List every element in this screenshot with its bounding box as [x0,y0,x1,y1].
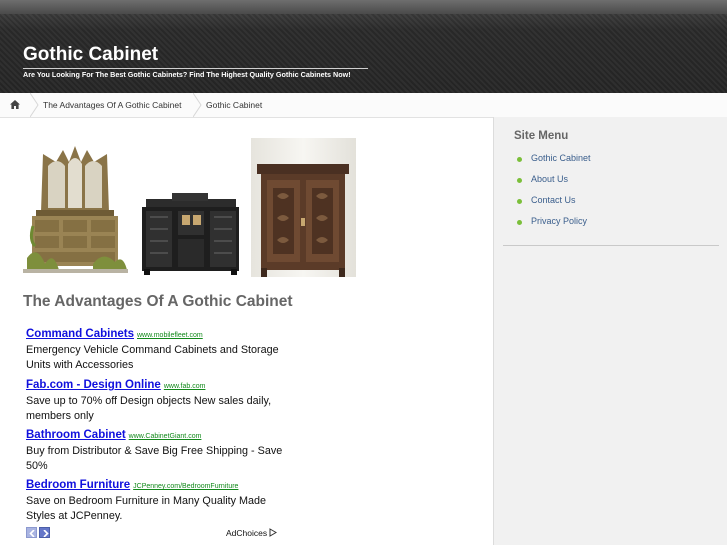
ad-url-link[interactable]: www.CabinetGiant.com [129,433,202,440]
ad-title-link[interactable]: Bathroom Cabinet [26,429,126,441]
adchoices-label: AdChoices [226,528,268,538]
gothic-dresser-image[interactable] [23,146,128,273]
breadcrumb: The Advantages Of A Gothic Cabinet Gothi… [0,93,727,118]
ad-url-link[interactable]: JCPenney.com/BedroomFurniture [133,483,238,490]
post-title: The Advantages Of A Gothic Cabinet [23,293,293,310]
black-cabinet-image[interactable] [138,193,243,275]
ad-description: Save up to 70% off Design objects New sa… [26,395,272,422]
chevron-right-icon [43,530,49,537]
sidebar-heading: Site Menu [514,130,569,142]
ad-unit: Fab.com - Design Online www.fab.com Save … [26,375,291,424]
ad-title-link[interactable]: Bedroom Furniture [26,479,130,491]
breadcrumb-item-current: Gothic Cabinet [206,100,263,110]
ad-prev-button[interactable] [26,527,37,538]
adchoices-icon [269,528,278,537]
ad-url-link[interactable]: www.mobilefleet.com [137,332,203,339]
breadcrumb-home[interactable] [0,93,30,117]
site-title[interactable]: Gothic Cabinet [23,44,158,66]
bullet-icon [517,157,522,162]
carved-wood-cabinet-image[interactable] [251,138,356,277]
site-header: Gothic Cabinet Are You Looking For The B… [0,0,727,93]
bullet-icon [517,178,522,183]
ad-unit: Bedroom Furniture JCPenney.com/BedroomFur… [26,475,291,524]
breadcrumb-item-article[interactable]: The Advantages Of A Gothic Cabinet [43,100,181,110]
sidebar-item-label[interactable]: About Us [531,174,568,184]
ad-unit: Bathroom Cabinet www.CabinetGiant.com Buy… [26,425,291,474]
ad-title-link[interactable]: Command Cabinets [26,328,134,340]
site-tagline: Are You Looking For The Best Gothic Cabi… [23,70,351,79]
sidebar-item-label[interactable]: Contact Us [531,195,576,205]
sidebar-divider [503,245,719,246]
breadcrumb-separator [30,93,39,117]
ad-title-link[interactable]: Fab.com - Design Online [26,379,161,391]
breadcrumb-separator [193,93,202,117]
ad-description: Save on Bedroom Furniture in Many Qualit… [26,495,267,522]
ad-url-link[interactable]: www.fab.com [164,383,206,390]
sidebar: Site Menu Gothic Cabinet About Us Contac… [493,117,727,545]
home-icon [10,100,20,109]
ad-next-button[interactable] [39,527,50,538]
ad-description: Buy from Distributor & Save Big Free Shi… [26,445,283,472]
bullet-icon [517,220,522,225]
header-top-band [0,0,727,14]
ad-unit: Command Cabinets www.mobilefleet.com Emer… [26,324,291,373]
adchoices-link[interactable]: AdChoices [226,528,278,538]
title-underline [23,68,368,69]
chevron-left-icon [29,530,35,537]
sidebar-item-label[interactable]: Gothic Cabinet [531,153,591,163]
sidebar-item-label[interactable]: Privacy Policy [531,216,587,226]
ad-description: Emergency Vehicle Command Cabinets and S… [26,344,279,371]
bullet-icon [517,199,522,204]
